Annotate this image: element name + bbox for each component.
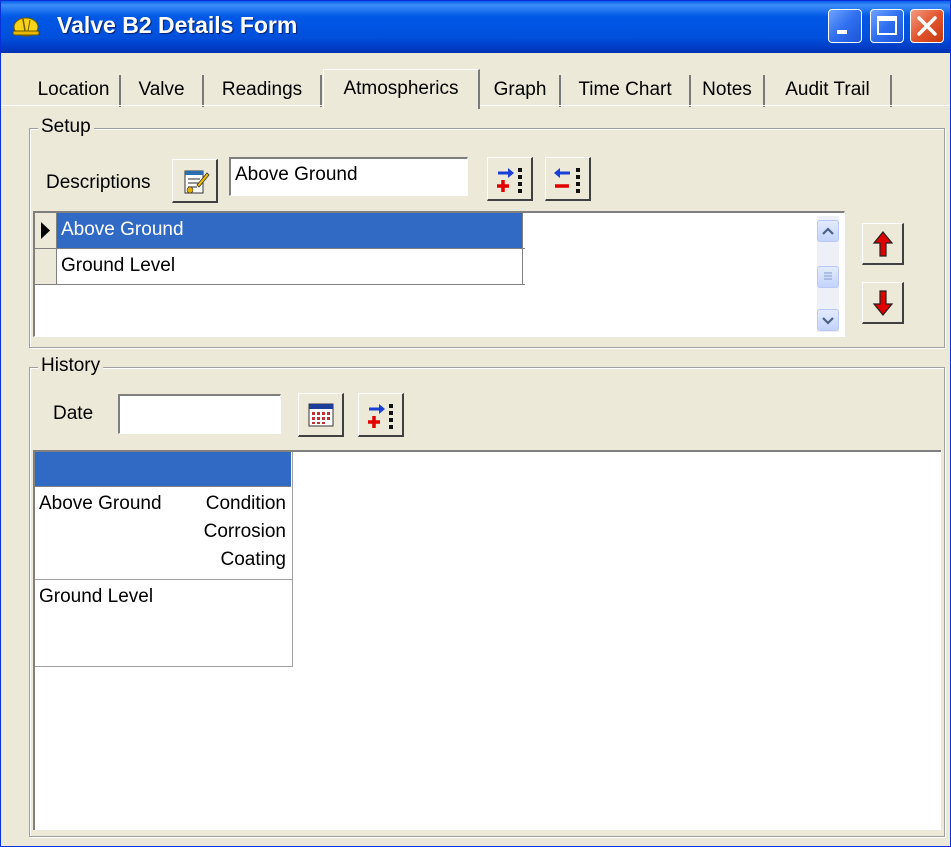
tab-label: Graph (493, 79, 547, 100)
tab-readings[interactable]: Readings (204, 75, 322, 107)
tab-label: Readings (221, 79, 303, 100)
title-bar[interactable]: Valve B2 Details Form (1, 1, 950, 53)
chevron-down-icon (822, 317, 834, 325)
scroll-down-button[interactable] (817, 309, 839, 331)
maximize-button[interactable] (870, 9, 904, 43)
tab-graph[interactable]: Graph (481, 75, 561, 107)
tab-label: Valve (138, 79, 185, 100)
property-coating: Coating (220, 549, 287, 570)
setup-legend: Setup (38, 116, 94, 138)
remove-item-icon (553, 167, 580, 193)
list-item-label: Above Ground (57, 213, 523, 248)
tab-audit-trail[interactable]: Audit Trail (765, 75, 892, 107)
add-item-icon (496, 167, 522, 193)
calendar-button[interactable] (298, 393, 344, 437)
tab-label: Atmospherics (343, 78, 459, 99)
tab-strip: Location Valve Readings Atmospherics Gra… (1, 69, 950, 109)
close-icon (917, 16, 937, 36)
notepad-edit-icon (184, 170, 210, 193)
list-item[interactable]: Ground Level (35, 249, 525, 285)
red-down-arrow-icon (872, 289, 893, 316)
scroll-thumb[interactable] (817, 266, 839, 288)
description-input[interactable]: Above Ground (229, 157, 468, 196)
tab-location[interactable]: Location (28, 75, 121, 107)
tab-label: Time Chart (578, 79, 672, 100)
move-down-button[interactable] (862, 282, 904, 324)
tab-label: Notes (702, 79, 752, 100)
add-description-button[interactable] (487, 157, 533, 201)
list-item-label: Ground Level (57, 249, 523, 284)
row-selector[interactable] (35, 249, 57, 284)
history-legend: History (38, 355, 104, 377)
window-title: Valve B2 Details Form (57, 12, 298, 38)
grip-icon (824, 272, 832, 280)
tab-notes[interactable]: Notes (691, 75, 765, 107)
edit-descriptions-button[interactable] (172, 159, 218, 203)
add-item-icon (367, 403, 393, 429)
history-grid[interactable]: Above Ground Condition Corrosion Coating… (33, 450, 941, 830)
hardhat-icon (9, 11, 43, 41)
table-row[interactable]: Ground Level (35, 580, 292, 667)
table-row[interactable]: Above Ground Condition Corrosion Coating (35, 487, 292, 580)
add-history-button[interactable] (358, 393, 404, 437)
date-label: Date (53, 403, 94, 424)
tab-atmospherics[interactable]: Atmospherics (323, 69, 480, 109)
close-button[interactable] (910, 9, 944, 43)
red-up-arrow-icon (872, 230, 893, 257)
history-column-header[interactable] (35, 452, 291, 487)
chevron-up-icon (822, 227, 834, 235)
tab-label: Location (37, 79, 110, 100)
list-item[interactable]: Above Ground (35, 213, 525, 249)
tab-label: Audit Trail (785, 79, 870, 100)
tab-time-chart[interactable]: Time Chart (561, 75, 691, 107)
history-column: Above Ground Condition Corrosion Coating… (35, 452, 293, 667)
remove-description-button[interactable] (545, 157, 591, 201)
descriptions-grid[interactable]: Above Ground Ground Level (33, 211, 845, 337)
current-row-arrow-icon (41, 222, 50, 239)
calendar-icon (308, 403, 333, 426)
minimize-icon (837, 30, 847, 34)
row-name: Ground Level (39, 586, 154, 607)
tab-valve[interactable]: Valve (121, 75, 204, 107)
move-up-button[interactable] (862, 223, 904, 265)
property-corrosion: Corrosion (203, 521, 286, 542)
maximize-icon (877, 16, 897, 35)
valve-details-window: Valve B2 Details Form Location Valve Rea… (0, 0, 951, 847)
row-selector[interactable] (35, 213, 57, 248)
row-name: Above Ground (39, 493, 162, 514)
scroll-up-button[interactable] (817, 220, 839, 242)
property-condition: Condition (205, 493, 286, 514)
vertical-scrollbar[interactable] (817, 216, 839, 332)
minimize-button[interactable] (828, 9, 862, 43)
descriptions-label: Descriptions (46, 172, 151, 193)
date-input[interactable] (118, 394, 281, 434)
